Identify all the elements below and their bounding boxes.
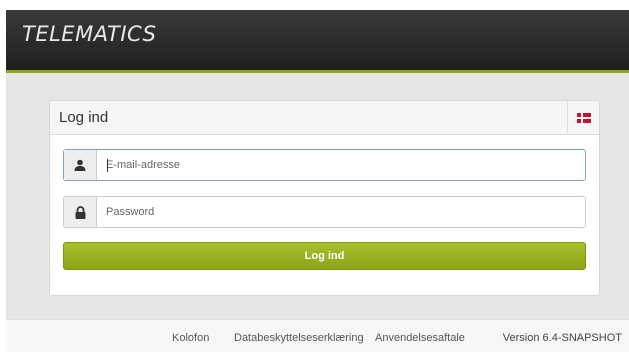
login-button[interactable]: Log ind: [63, 242, 586, 270]
login-panel: Log ind E-mail-adresse Log ind: [49, 100, 600, 296]
version-text: Version 6.4-SNAPSHOT: [502, 332, 622, 344]
app-logo: TELEMATICS: [22, 22, 157, 46]
password-addon: [64, 197, 97, 227]
footer-link-kolofon[interactable]: Kolofon: [172, 332, 209, 344]
lock-icon: [75, 205, 85, 219]
email-input[interactable]: [97, 150, 585, 180]
login-page: TELEMATICS Log ind E-mail-adresse Log in…: [0, 0, 629, 352]
footer: Kolofon Databeskyttelseserklæring Anvend…: [6, 319, 629, 352]
panel-title: Log ind: [59, 109, 109, 126]
password-input-group: [63, 196, 586, 228]
panel-heading: Log ind: [50, 101, 599, 135]
denmark-flag-icon: [576, 112, 591, 123]
language-selector[interactable]: [567, 101, 599, 134]
text-cursor: [107, 159, 108, 172]
app-header: TELEMATICS: [6, 10, 629, 73]
footer-link-privacy[interactable]: Databeskyttelseserklæring: [234, 332, 364, 344]
email-input-group: [63, 149, 586, 181]
main-content: Log ind E-mail-adresse Log ind: [6, 73, 629, 319]
user-icon: [74, 159, 86, 171]
password-input[interactable]: [97, 197, 585, 227]
footer-link-terms[interactable]: Anvendelsesaftale: [375, 332, 465, 344]
email-addon: [64, 150, 97, 180]
